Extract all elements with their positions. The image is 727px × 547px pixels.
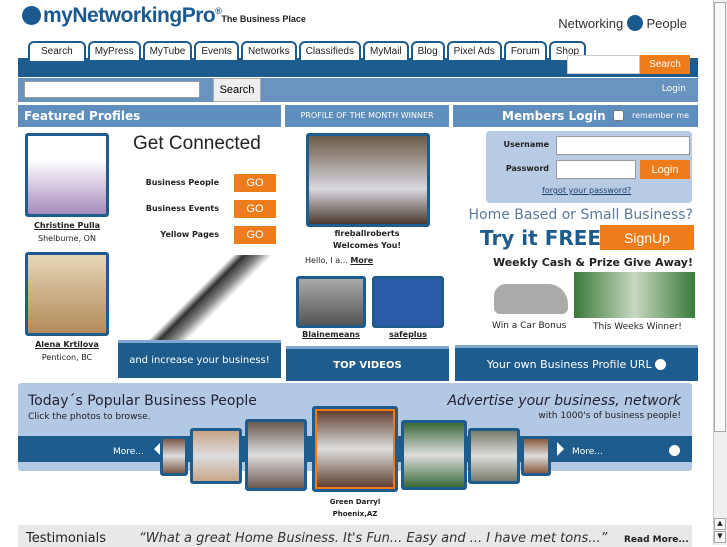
username-input[interactable] [556,136,690,155]
tab-search[interactable]: Search [28,41,86,61]
login-button[interactable]: Login [640,160,690,179]
scroll-down-icon[interactable]: ▼ [714,531,726,543]
profile-photo[interactable] [25,252,109,336]
carousel-photo[interactable] [312,406,398,492]
remember-checkbox[interactable] [613,110,624,121]
go-button[interactable]: GO [234,226,276,244]
password-input[interactable] [556,160,636,179]
car-image[interactable] [494,284,568,314]
scroll-up-icon[interactable]: ▲ [714,518,726,530]
top-videos-button[interactable]: TOP VIDEOS [286,346,449,381]
tab-blog[interactable]: Blog [410,41,445,60]
main-tabs: Search MyPress MyTube Events Networks Classif… [28,41,587,61]
logo-icon [22,6,41,25]
top-search-input[interactable] [567,55,640,74]
carousel-photo[interactable] [190,428,242,484]
tab-mytube[interactable]: MyTube [142,41,193,60]
featured-header: Featured Profiles [18,105,281,127]
tab-classifieds[interactable]: Classifieds [298,41,361,60]
go-button[interactable]: GO [234,174,276,192]
profile-photo[interactable] [25,133,109,217]
more-link[interactable]: More [350,256,373,265]
arrow-left-icon[interactable] [147,442,161,456]
site-logo[interactable]: myNetworkingPro®The Business Place [22,4,306,28]
go-button[interactable]: GO [234,200,276,218]
logo-icon [655,359,667,370]
forgot-password-link[interactable]: forgot your password? [542,186,631,195]
logo-icon [626,15,643,31]
arrow-right-icon[interactable] [557,442,571,456]
search-button[interactable]: Search [213,78,261,102]
carousel-photo[interactable] [521,436,551,476]
tab-pixel-ads[interactable]: Pixel Ads [446,41,502,60]
signup-button[interactable]: SignUp [600,225,694,250]
login-link[interactable]: Login [662,84,686,94]
search-input[interactable] [24,81,200,98]
top-search-button[interactable]: Search [640,55,690,74]
carousel-photo[interactable] [245,419,307,491]
potm-header: PROFILE OF THE MONTH WINNER [285,105,449,127]
profile-url-button[interactable]: Your own Business Profile URL [455,345,698,381]
get-connected-title: Get Connected [133,133,261,154]
video-thumb[interactable] [372,276,444,328]
video-thumb[interactable] [296,276,366,328]
tab-mypress[interactable]: MyPress [87,41,141,60]
cable-image [145,255,280,340]
more-right-link[interactable]: More... [572,447,603,457]
potm-photo[interactable] [306,133,430,227]
profile-name[interactable]: Alena Krtilova [18,340,116,349]
tab-forum[interactable]: Forum [503,41,547,60]
carousel-photo[interactable] [468,428,520,484]
increase-business-banner[interactable]: and increase your business! [118,340,281,378]
login-header: Members Login remember me [453,105,698,127]
profile-name[interactable]: Christine Pulla [18,221,116,230]
tab-events[interactable]: Events [194,41,239,60]
partner-logo[interactable]: Networking People [558,15,687,31]
winner-image[interactable] [574,272,695,318]
read-more-link[interactable]: Read More... [624,535,689,545]
more-left-link[interactable]: More... [113,447,144,457]
logo-icon [669,445,680,456]
carousel-photo[interactable] [401,420,467,490]
tab-networks[interactable]: Networks [240,41,297,60]
scrollbar-thumb[interactable] [714,2,726,432]
carousel-photo[interactable] [160,436,188,476]
tab-mymail[interactable]: MyMail [362,41,409,60]
